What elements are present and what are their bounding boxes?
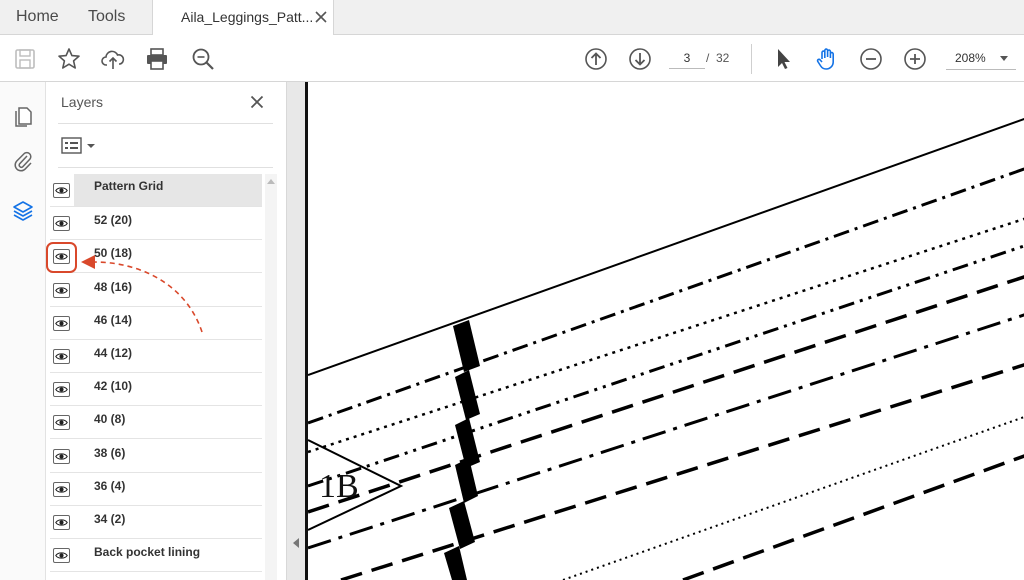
layer-row[interactable]: 50 (18) [50, 240, 262, 273]
layer-row[interactable]: 40 (8) [50, 406, 262, 439]
layer-row[interactable]: Pattern Grid [50, 174, 262, 207]
eye-visibility-icon[interactable] [53, 183, 70, 198]
layer-label: 48 (16) [94, 280, 133, 294]
eye-visibility-icon[interactable] [53, 482, 70, 497]
eye-visibility-icon[interactable] [53, 548, 70, 563]
page-number-input[interactable]: 3 [669, 47, 705, 69]
plus-circle-icon[interactable] [902, 46, 928, 72]
layer-row[interactable]: 42 (10) [50, 373, 262, 406]
layer-row[interactable]: 46 (14) [50, 307, 262, 340]
pattern-drawing: 1B [308, 118, 1024, 580]
eye-visibility-icon[interactable] [53, 449, 70, 464]
layer-row[interactable]: Back pocket lining [50, 539, 262, 572]
scroll-up-arrow[interactable] [267, 179, 275, 184]
eye-visibility-icon[interactable] [53, 349, 70, 364]
printer-icon[interactable] [144, 46, 170, 72]
zoom-level-dropdown[interactable]: 208% [946, 46, 1016, 70]
minus-circle-icon[interactable] [858, 46, 884, 72]
layer-list: Pattern Grid 52 (20) 50 (18) 48 (16) 46 (14)… [50, 174, 262, 580]
collapse-panel-arrow[interactable] [293, 538, 299, 548]
close-icon[interactable] [249, 94, 265, 110]
layer-row[interactable]: 34 (2) [50, 506, 262, 539]
zoom-search-icon[interactable] [190, 46, 216, 72]
eye-visibility-icon[interactable] [53, 382, 70, 397]
layer-label: 34 (2) [94, 512, 126, 526]
tab-home[interactable]: Home [16, 0, 59, 35]
layers-panel: Layers Pattern Grid 52 (20) 50 (18) 48 (16)… [46, 82, 286, 580]
layers-icon[interactable] [11, 199, 35, 223]
close-icon[interactable] [313, 9, 329, 25]
layer-row[interactable]: 36 (4) [50, 473, 262, 506]
page-separator: / [706, 51, 710, 65]
layer-label: 52 (20) [94, 213, 133, 227]
layer-label: 36 (4) [94, 479, 126, 493]
tab-tools[interactable]: Tools [88, 0, 125, 35]
layer-row[interactable]: 44 (12) [50, 340, 262, 373]
layer-options-button[interactable] [60, 134, 100, 158]
layer-label: 50 (18) [94, 246, 133, 260]
eye-visibility-icon[interactable] [53, 515, 70, 530]
pages-thumbnails-icon[interactable] [11, 104, 35, 128]
eye-visibility-icon[interactable] [53, 283, 70, 298]
layer-label: 42 (10) [94, 379, 133, 393]
document-view[interactable]: 1B [305, 82, 1024, 580]
eye-visibility-icon[interactable] [53, 216, 70, 231]
cloud-upload-icon[interactable] [100, 46, 126, 72]
zoom-value: 208% [955, 51, 986, 65]
layer-row[interactable]: 38 (6) [50, 440, 262, 473]
paperclip-icon[interactable] [11, 149, 35, 173]
save-icon[interactable] [12, 46, 38, 72]
star-icon[interactable] [56, 46, 82, 72]
document-tab-title: Aila_Leggings_Patt... [181, 9, 314, 25]
hand-icon[interactable] [814, 46, 840, 72]
layer-label: Back pocket lining [94, 545, 201, 559]
navigation-rail [0, 82, 46, 580]
arrow-down-circle-icon[interactable] [627, 46, 653, 72]
panel-title: Layers [61, 94, 104, 110]
layer-label: 38 (6) [94, 446, 126, 460]
page-total: 32 [716, 51, 730, 65]
divider [58, 167, 273, 168]
chevron-down-icon [1000, 56, 1008, 61]
toolbar-divider [751, 44, 752, 74]
layer-label: 44 (12) [94, 346, 133, 360]
eye-visibility-icon[interactable] [53, 249, 70, 264]
panel-splitter[interactable] [286, 82, 305, 580]
pattern-piece-label: 1B [319, 468, 359, 505]
layer-row[interactable]: 48 (16) [50, 274, 262, 307]
layer-label: 40 (8) [94, 412, 126, 426]
layer-label: Pattern Grid [74, 174, 262, 206]
eye-visibility-icon[interactable] [53, 316, 70, 331]
eye-visibility-icon[interactable] [53, 415, 70, 430]
cursor-arrow-icon[interactable] [770, 46, 796, 72]
scrollbar[interactable] [265, 174, 277, 580]
toolbar: 3 / 32 208% [0, 35, 1024, 82]
layer-label: 46 (14) [94, 313, 133, 327]
tab-bar: Home Tools Aila_Leggings_Patt... [0, 0, 1024, 36]
arrow-up-circle-icon[interactable] [583, 46, 609, 72]
layer-row[interactable]: 52 (20) [50, 207, 262, 240]
divider [58, 123, 273, 124]
tab-document[interactable]: Aila_Leggings_Patt... [152, 0, 334, 36]
